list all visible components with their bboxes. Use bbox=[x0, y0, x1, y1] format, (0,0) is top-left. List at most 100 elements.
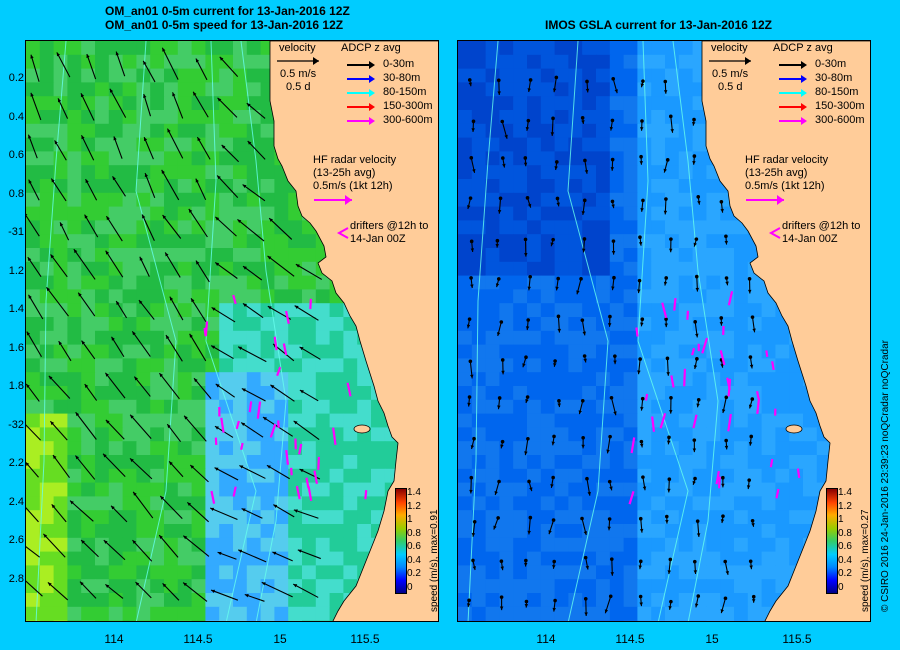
arrow-origin-dot bbox=[747, 478, 751, 482]
speed-cell bbox=[582, 303, 597, 318]
speed-cell bbox=[637, 551, 652, 566]
speed-cell bbox=[540, 620, 556, 621]
speed-cell bbox=[219, 579, 234, 594]
speed-cell bbox=[81, 110, 96, 125]
speed-cell bbox=[288, 620, 303, 621]
speed-cell bbox=[302, 565, 317, 580]
arrow-origin-dot bbox=[611, 239, 616, 243]
speed-cell bbox=[540, 565, 556, 580]
arrow-origin-dot bbox=[472, 520, 477, 524]
speed-cell bbox=[343, 496, 358, 511]
speed-cell bbox=[458, 620, 473, 621]
speed-cell bbox=[302, 427, 317, 442]
arrow-origin-dot bbox=[749, 434, 754, 439]
speed-cell bbox=[499, 192, 514, 208]
speed-cell bbox=[596, 579, 611, 594]
speed-cell bbox=[219, 303, 234, 318]
speed-cell bbox=[67, 179, 82, 194]
speed-cell bbox=[513, 137, 528, 152]
speed-cell bbox=[527, 372, 542, 387]
speed-cell bbox=[343, 330, 358, 346]
speed-cell bbox=[302, 275, 317, 290]
speed-cell bbox=[53, 275, 68, 290]
speed-cell bbox=[761, 317, 776, 332]
speed-cell bbox=[540, 593, 556, 608]
speed-cell bbox=[623, 372, 638, 387]
speed-cell bbox=[706, 620, 721, 621]
speed-cell bbox=[527, 606, 542, 621]
speed-cell bbox=[357, 468, 372, 484]
speed-cell bbox=[53, 606, 68, 621]
speed-cell bbox=[343, 537, 358, 553]
speed-cell bbox=[274, 593, 289, 608]
speed-cell bbox=[775, 344, 790, 359]
speed-cell bbox=[651, 441, 666, 456]
speed-cell bbox=[191, 248, 206, 263]
speed-cell bbox=[775, 413, 790, 428]
speed-cell bbox=[692, 455, 707, 470]
arrow-origin-dot bbox=[692, 117, 696, 122]
speed-cell bbox=[596, 151, 611, 166]
speed-cell bbox=[775, 524, 790, 539]
speed-cell bbox=[191, 275, 206, 290]
speed-cell bbox=[246, 41, 262, 56]
speed-cell bbox=[81, 565, 96, 580]
speed-cell bbox=[81, 68, 96, 83]
speed-cell bbox=[150, 386, 165, 401]
speed-cell bbox=[177, 399, 193, 415]
arrow-origin-dot bbox=[580, 318, 585, 322]
speed-cell bbox=[527, 261, 542, 277]
speed-cell bbox=[568, 620, 583, 621]
speed-cell bbox=[637, 510, 652, 525]
credit-text: © CSIRO 2016 24-Jan-2016 23:39:23 noQCra… bbox=[880, 340, 891, 612]
speed-cell bbox=[734, 386, 749, 401]
speed-cell bbox=[177, 234, 193, 249]
arrow-origin-dot bbox=[723, 596, 728, 601]
arrow-origin-dot bbox=[551, 116, 555, 121]
speed-cell bbox=[789, 455, 804, 470]
speed-cell bbox=[734, 524, 749, 539]
right-map-panel bbox=[457, 40, 871, 622]
speed-cell bbox=[499, 455, 514, 470]
arrow-origin-dot bbox=[526, 118, 531, 123]
speed-cell bbox=[150, 96, 165, 111]
speed-cell bbox=[329, 468, 344, 484]
speed-cell bbox=[789, 399, 804, 415]
speed-cell bbox=[246, 455, 262, 470]
speed-cell bbox=[540, 386, 556, 401]
speed-cell bbox=[177, 54, 193, 70]
speed-cell bbox=[623, 220, 638, 235]
speed-cell bbox=[678, 537, 694, 553]
speed-cell bbox=[288, 289, 303, 304]
speed-cell bbox=[26, 151, 41, 166]
speed-cell bbox=[651, 606, 666, 621]
speed-cell bbox=[554, 372, 569, 387]
speed-cell bbox=[747, 620, 763, 621]
speed-cell bbox=[637, 399, 652, 415]
speed-cell bbox=[53, 123, 68, 139]
speed-cell bbox=[665, 593, 680, 608]
speed-cell bbox=[706, 399, 721, 415]
speed-cell bbox=[554, 606, 569, 621]
speed-cell bbox=[177, 413, 193, 428]
adcp-legend-arrow bbox=[779, 103, 807, 111]
speed-cell bbox=[122, 565, 137, 580]
speed-cell bbox=[761, 551, 776, 566]
speed-cell bbox=[775, 510, 790, 525]
speed-cell bbox=[150, 206, 165, 221]
speed-cell bbox=[219, 96, 234, 111]
speed-cell bbox=[315, 289, 331, 304]
speed-cell bbox=[651, 455, 666, 470]
speed-cell bbox=[540, 551, 556, 566]
speed-cell bbox=[678, 82, 694, 97]
speed-cell bbox=[637, 468, 652, 484]
speed-cell bbox=[150, 455, 165, 470]
speed-cell bbox=[95, 137, 110, 152]
speed-cell bbox=[609, 41, 625, 56]
right-colorbar bbox=[826, 488, 838, 594]
arrow-origin-dot bbox=[638, 357, 642, 361]
speed-cell bbox=[288, 234, 303, 249]
speed-cell bbox=[485, 303, 500, 318]
speed-cell bbox=[485, 593, 500, 608]
arrow-origin-dot bbox=[748, 559, 753, 564]
